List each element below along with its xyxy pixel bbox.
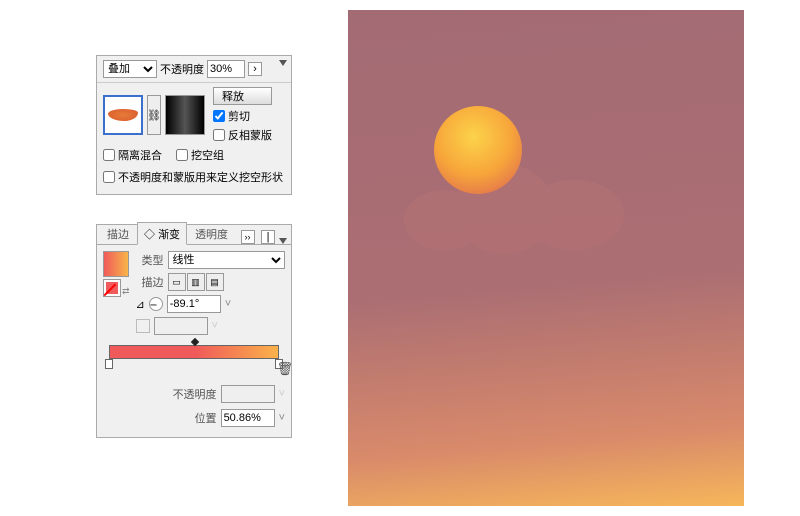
aspect-dropdown-icon: ˅ — [212, 320, 218, 332]
location-input[interactable] — [221, 409, 275, 427]
angle-dropdown-icon[interactable]: ˅ — [225, 298, 231, 310]
stroke-mode-3: ▤ — [206, 273, 224, 291]
panel-menu-icon[interactable] — [279, 60, 287, 66]
opacity-input[interactable] — [207, 60, 245, 78]
location-dropdown-icon[interactable]: ˅ — [279, 412, 285, 424]
location-label: 位置 — [161, 410, 217, 426]
artboard — [348, 10, 744, 506]
gradient-ramp[interactable]: 🗑 — [109, 345, 279, 361]
stroke-apply-label: 描边 — [136, 274, 164, 290]
tabs-menu-icon[interactable]: | — [261, 230, 275, 244]
angle-input[interactable] — [167, 295, 221, 313]
opacity-label: 不透明度 — [160, 61, 204, 77]
stop-opacity-input — [221, 385, 275, 403]
gradient-stop-left[interactable] — [105, 359, 113, 369]
define-knockout-shape-checkbox[interactable]: 不透明度和蒙版用来定义挖空形状 — [103, 169, 285, 185]
tab-gradient[interactable]: ◇ 渐变 — [137, 222, 187, 245]
link-mask-icon[interactable]: ⛓ — [147, 95, 161, 135]
panel2-menu-icon[interactable] — [279, 238, 287, 244]
trash-icon[interactable]: 🗑 — [276, 361, 293, 377]
aspect-input — [154, 317, 208, 335]
sun-shape — [434, 106, 522, 194]
isolate-blending-checkbox[interactable]: 隔离混合 — [103, 147, 162, 163]
swap-icon[interactable]: ⇄ — [122, 286, 130, 297]
stop-opacity-dropdown-icon: ˅ — [279, 388, 285, 400]
stroke-mode-2: ▥ — [187, 273, 205, 291]
angle-dial[interactable] — [149, 297, 163, 311]
stop-opacity-label: 不透明度 — [161, 386, 217, 402]
invert-mask-checkbox[interactable]: 反相蒙版 — [213, 127, 272, 143]
knockout-group-checkbox[interactable]: 挖空组 — [176, 147, 224, 163]
tab-transparency[interactable]: 透明度 — [189, 223, 234, 244]
gradient-swatch[interactable] — [103, 251, 129, 277]
stroke-mode-1: ▭ — [168, 273, 186, 291]
tabs-scroll-icon[interactable]: ›› — [241, 230, 255, 244]
type-label: 类型 — [136, 252, 164, 268]
fill-swatch[interactable] — [103, 279, 121, 297]
transparency-panel: 叠加 不透明度 › ⛓ 释放 剪切 反相蒙版 隔离混合 挖空组 不透明度和蒙版用… — [96, 55, 292, 195]
artwork-thumbnail[interactable] — [103, 95, 143, 135]
tab-stroke[interactable]: 描边 — [101, 223, 135, 244]
blend-mode-select[interactable]: 叠加 — [103, 60, 157, 78]
panel-tabs: 描边 ◇ 渐变 透明度 ›› | — [97, 225, 291, 245]
nav-next-icon[interactable]: › — [248, 62, 262, 76]
aspect-icon — [136, 319, 150, 333]
clip-checkbox[interactable]: 剪切 — [213, 108, 272, 124]
stroke-gradient-segmented: ▭ ▥ ▤ — [168, 273, 224, 291]
release-button[interactable]: 释放 — [213, 87, 272, 105]
gradient-panel: 描边 ◇ 渐变 透明度 ›› | ⇄ 类型 线性 描边 — [96, 224, 292, 438]
gradient-type-select[interactable]: 线性 — [168, 251, 285, 269]
mask-thumbnail[interactable] — [165, 95, 205, 135]
angle-icon: ⊿ — [136, 298, 145, 311]
